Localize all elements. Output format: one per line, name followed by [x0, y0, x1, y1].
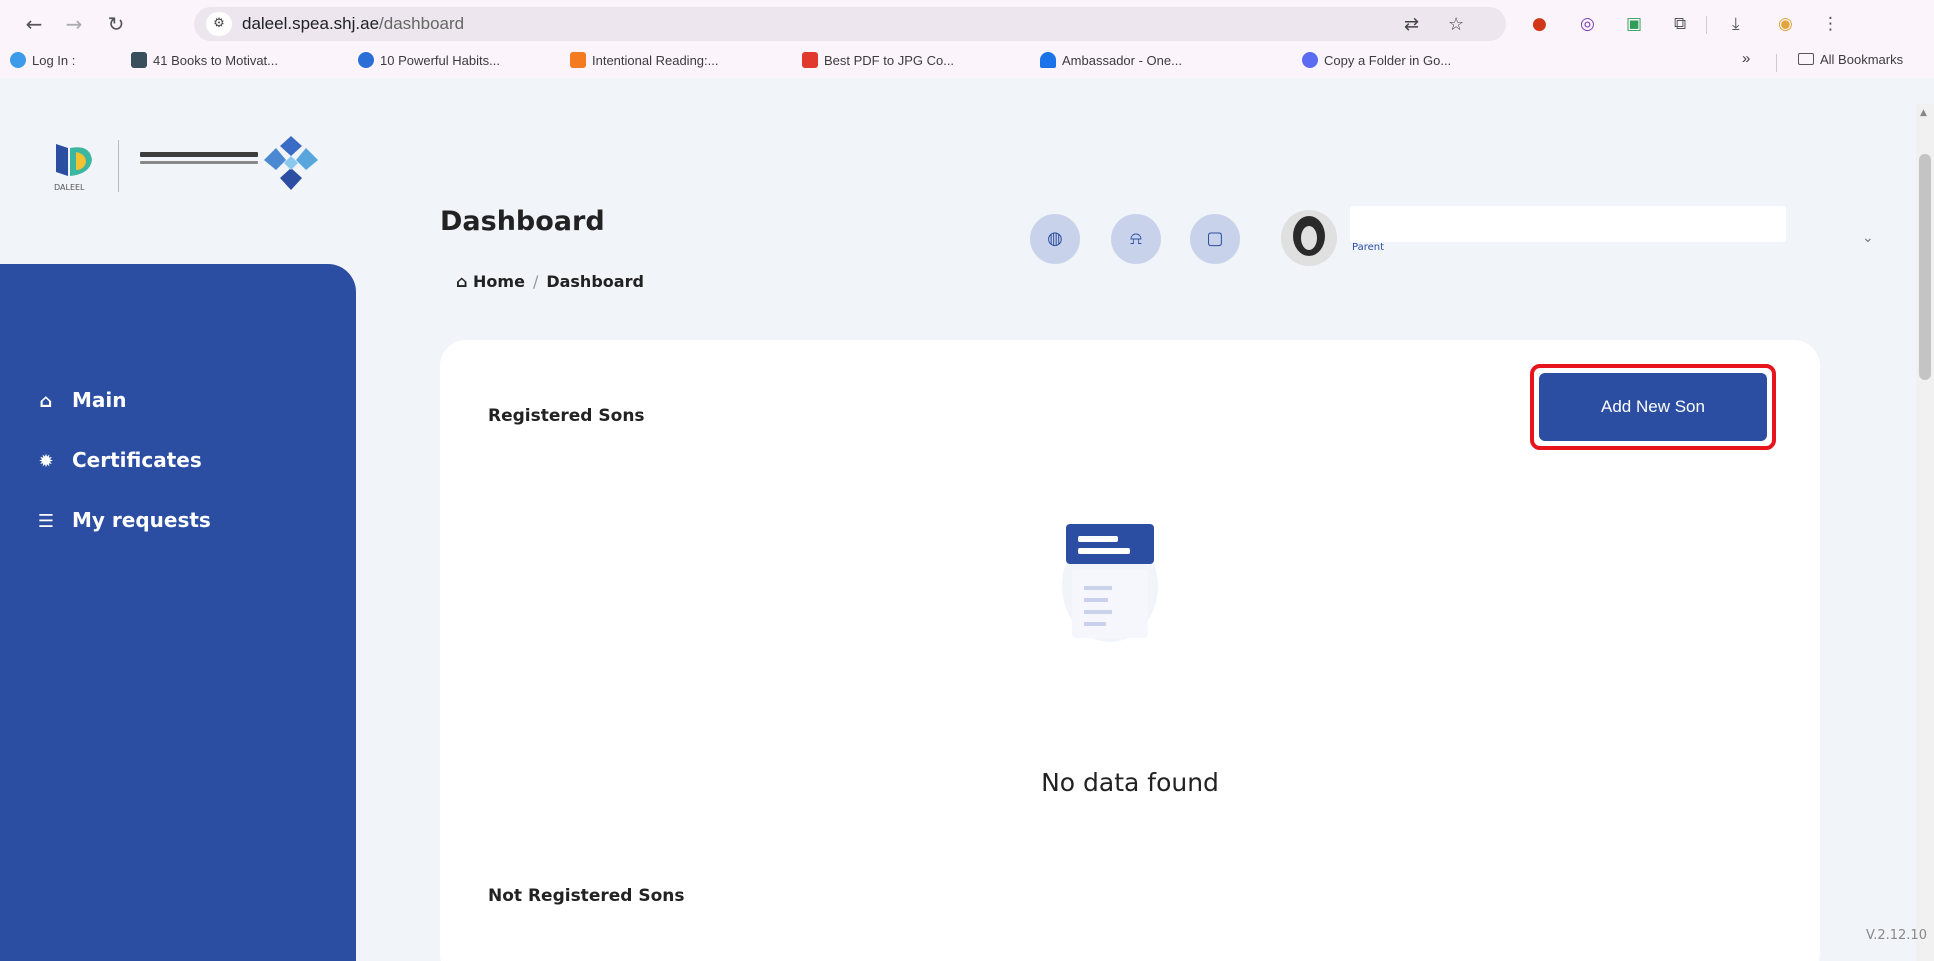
- bookmark-item[interactable]: Ambassador - One...: [1040, 52, 1182, 68]
- list-icon: ☰: [37, 511, 55, 532]
- bookmark-favicon: [1040, 52, 1056, 68]
- language-button[interactable]: ◍: [1030, 214, 1080, 264]
- bookmark-favicon: [1302, 52, 1318, 68]
- scroll-up-icon[interactable]: ▲: [1920, 108, 1927, 118]
- bookmark-label: 10 Powerful Habits...: [380, 53, 500, 68]
- forward-icon[interactable]: →: [62, 12, 86, 36]
- messages-button[interactable]: ▢: [1190, 214, 1240, 264]
- breadcrumb: ⌂ Home / Dashboard: [456, 272, 644, 291]
- sidebar-item-main[interactable]: ⌂ Main: [32, 384, 127, 416]
- certificate-icon: ✹: [38, 451, 54, 472]
- reload-icon[interactable]: ↻: [104, 12, 128, 36]
- profile-avatar-icon[interactable]: ◉: [1778, 14, 1793, 34]
- bookmark-label: Best PDF to JPG Co...: [824, 53, 955, 68]
- daleel-logo-icon: [56, 144, 92, 176]
- bell-icon: ⍾: [1130, 228, 1142, 249]
- bookmark-favicon: [358, 52, 374, 68]
- globe-icon: ◍: [1047, 228, 1063, 249]
- address-bar[interactable]: ⚙ daleel.spea.shj.ae/dashboard ⇄ ☆: [194, 7, 1506, 41]
- sidebar-item-label: My requests: [72, 508, 211, 532]
- authority-name-text: [140, 152, 258, 168]
- bookmarks-bar: Log In : 41 Books to Motivat... 10 Power…: [0, 46, 1934, 78]
- empty-state-text: No data found: [1041, 768, 1219, 797]
- bookmark-item[interactable]: Best PDF to JPG Co...: [802, 52, 954, 68]
- add-new-son-button[interactable]: Add New Son: [1539, 373, 1767, 441]
- page-title: Dashboard: [440, 206, 605, 237]
- breadcrumb-separator: /: [532, 272, 539, 291]
- notifications-button[interactable]: ⍾: [1111, 214, 1161, 264]
- user-role: Parent: [1352, 242, 1385, 253]
- logo-divider: [118, 140, 119, 192]
- star-icon[interactable]: ☆: [1448, 14, 1464, 35]
- extension-circle-icon[interactable]: ◎: [1580, 14, 1595, 34]
- folder-icon: [1798, 53, 1814, 65]
- logo-area: DALEEL: [0, 104, 356, 264]
- registered-sons-heading: Registered Sons: [488, 406, 645, 426]
- add-new-son-highlight: Add New Son: [1530, 364, 1776, 450]
- logo-word: DALEEL: [54, 183, 85, 192]
- breadcrumb-current: Dashboard: [546, 272, 644, 291]
- extensions-puzzle-icon[interactable]: ⧉: [1674, 14, 1686, 34]
- extension-cup-icon[interactable]: ▣: [1626, 14, 1642, 34]
- avatar[interactable]: [1281, 210, 1337, 266]
- bookmark-label: Copy a Folder in Go...: [1324, 53, 1452, 68]
- toolbar-separator: [1706, 16, 1707, 34]
- more-bookmarks-button[interactable]: »: [1742, 50, 1750, 67]
- authority-emblem-icon: [264, 136, 318, 190]
- bookmark-item[interactable]: 41 Books to Motivat...: [131, 52, 278, 68]
- sidebar: ⌂ Main ✹ Certificates ☰ My requests: [0, 264, 356, 961]
- user-name-field: [1350, 206, 1786, 242]
- bookmark-item[interactable]: Copy a Folder in Go...: [1302, 52, 1451, 68]
- bookmark-favicon: [10, 52, 26, 68]
- browser-chrome: ← → ↻ ⚙ daleel.spea.shj.ae/dashboard ⇄ ☆…: [0, 0, 1934, 78]
- empty-document-icon: [1062, 524, 1158, 642]
- bookmark-favicon: [802, 52, 818, 68]
- bookmark-item[interactable]: Intentional Reading:...: [570, 52, 718, 68]
- bookmark-item[interactable]: 10 Powerful Habits...: [358, 52, 500, 68]
- home-icon: ⌂: [39, 391, 53, 412]
- sidebar-item-certificates[interactable]: ✹ Certificates: [32, 444, 202, 476]
- bookmark-favicon: [131, 52, 147, 68]
- url-path: /dashboard: [379, 14, 465, 33]
- bookmark-label: Log In :: [32, 53, 76, 68]
- breadcrumb-home-icon: ⌂: [456, 272, 468, 291]
- bookmark-item[interactable]: Log In :: [10, 52, 75, 68]
- all-bookmarks-label: All Bookmarks: [1820, 52, 1904, 67]
- all-bookmarks-button[interactable]: All Bookmarks: [1798, 52, 1903, 67]
- url-text: daleel.spea.shj.ae/dashboard: [242, 14, 464, 34]
- sons-card: Registered Sons Add New Son No data foun…: [440, 340, 1820, 961]
- page: DALEEL ⌂ Main ✹ Certificates ☰ My requests …: [0, 104, 1934, 961]
- extension-tomato-icon[interactable]: ●: [1532, 14, 1547, 34]
- bookmark-label: Intentional Reading:...: [592, 53, 719, 68]
- translate-icon[interactable]: ⇄: [1404, 14, 1419, 35]
- address-bar-row: ← → ↻ ⚙ daleel.spea.shj.ae/dashboard ⇄ ☆…: [0, 4, 1934, 44]
- bookmarks-separator: [1776, 54, 1777, 72]
- download-icon[interactable]: ⤓: [1732, 14, 1740, 34]
- bookmark-label: 41 Books to Motivat...: [153, 53, 279, 68]
- bookmark-favicon: [570, 52, 586, 68]
- page-scrollbar[interactable]: ▲: [1916, 104, 1934, 961]
- url-host: daleel.spea.shj.ae: [242, 14, 380, 33]
- not-registered-sons-heading: Not Registered Sons: [488, 886, 685, 906]
- chevron-down-icon[interactable]: ⌄: [1862, 230, 1874, 246]
- sidebar-item-label: Certificates: [72, 448, 202, 472]
- site-info-icon[interactable]: ⚙: [206, 12, 232, 36]
- sidebar-item-my-requests[interactable]: ☰ My requests: [32, 504, 211, 536]
- browser-menu-icon[interactable]: ⋮: [1822, 14, 1839, 34]
- sidebar-item-label: Main: [72, 388, 127, 412]
- bookmark-label: Ambassador - One...: [1062, 53, 1182, 68]
- version-label: V.2.12.10: [1866, 928, 1927, 943]
- scroll-thumb[interactable]: [1919, 154, 1931, 380]
- breadcrumb-home-link[interactable]: Home: [473, 272, 525, 291]
- back-icon[interactable]: ←: [22, 12, 46, 36]
- chat-icon: ▢: [1206, 228, 1224, 249]
